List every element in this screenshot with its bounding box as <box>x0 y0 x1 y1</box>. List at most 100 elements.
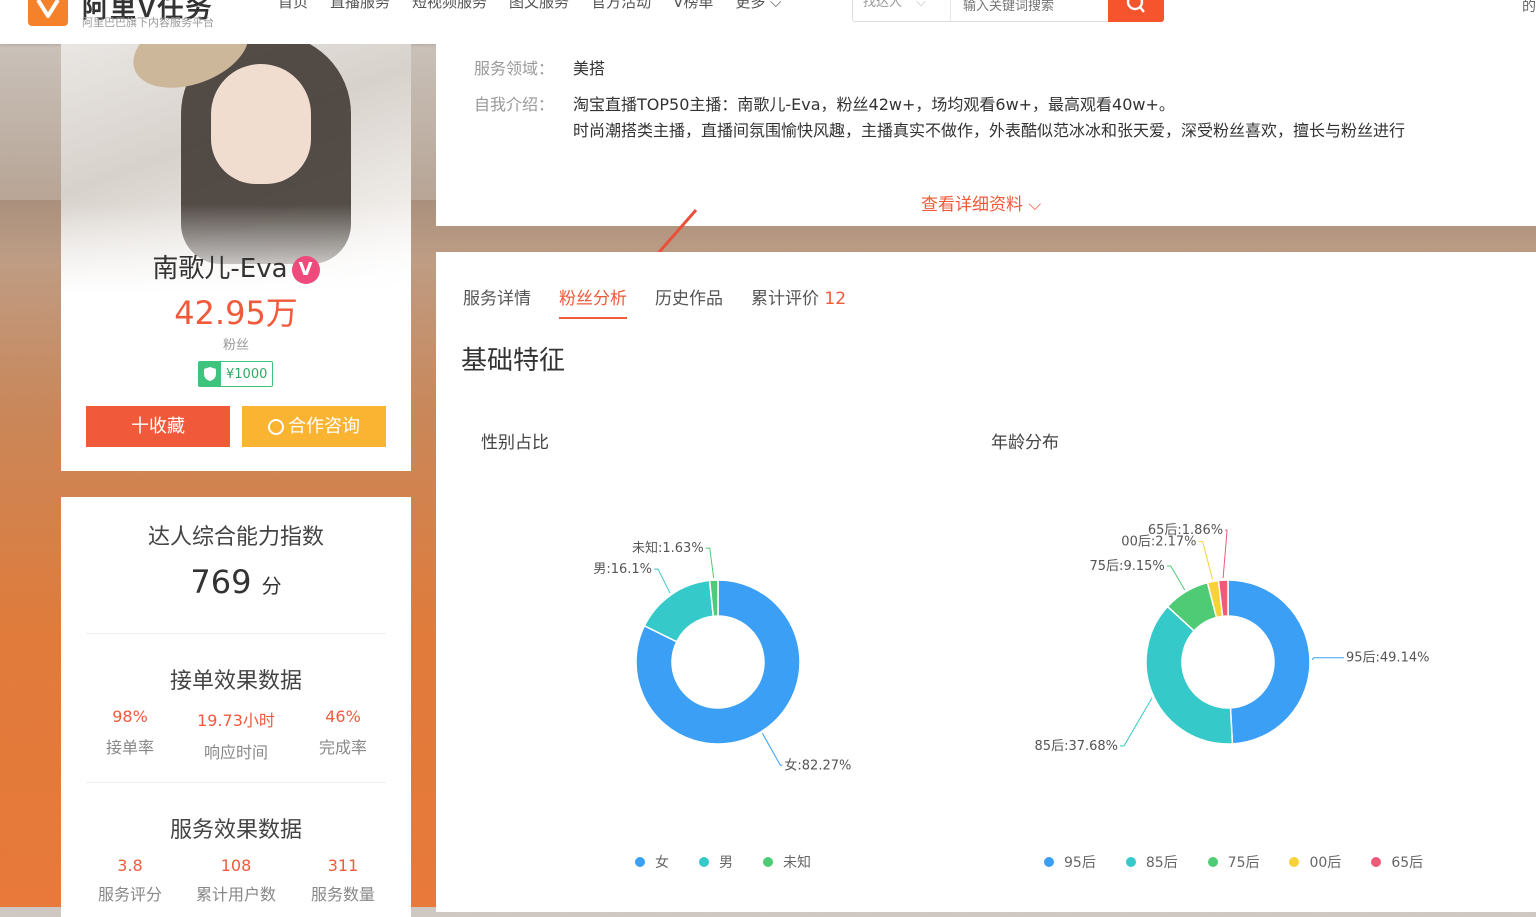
influencer-name: 南歌儿-Eva V <box>61 248 411 285</box>
donut-slice-95后[interactable] <box>1227 579 1311 745</box>
search-input[interactable] <box>953 0 1128 21</box>
domain-label: 服务领域： <box>474 59 555 78</box>
nav-more-label: 更多 <box>735 0 766 11</box>
tab-bar: 服务详情 粉丝分析 历史作品 累计评价 12 <box>463 284 874 319</box>
stat-value: 311 <box>327 856 359 875</box>
order-data-title: 接单效果数据 <box>169 669 302 694</box>
view-details-link[interactable]: 查看详细资料 ⌵ <box>921 190 1041 215</box>
consult-button-label: 合作咨询 <box>288 416 360 437</box>
leader-line <box>705 547 715 579</box>
slice-label: 未知:1.63% <box>632 540 704 556</box>
legend-dot-icon <box>763 857 773 867</box>
top-navigation: 阿里V任务 阿里巴巴旗下内容服务平台 首页 直播服务 短视频服务 图文服务 官方… <box>0 0 1536 44</box>
legend-dot-icon <box>635 857 645 867</box>
price-badge: ¥1000 <box>198 361 274 387</box>
shield-icon <box>199 362 221 386</box>
ability-score-card: 达人综合能力指数 769 分 接单效果数据 98% 接单率 19.73小时 响应… <box>61 497 411 917</box>
legend-label: 85后 <box>1145 855 1178 871</box>
legend-dot-icon <box>1044 857 1054 867</box>
chevron-down-icon: ⌵ <box>765 0 782 11</box>
nav-item-more[interactable]: 更多 ⌵ <box>735 0 781 14</box>
service-data-title: 服务效果数据 <box>169 818 302 843</box>
stat-total-users: 108 累计用户数 <box>181 856 291 905</box>
stat-label: 累计用户数 <box>195 885 276 904</box>
leader-line <box>1120 697 1153 747</box>
verified-icon: V <box>291 256 320 284</box>
stat-value: 98% <box>112 707 148 726</box>
leader-line <box>761 733 783 766</box>
legend-label: 65后 <box>1391 855 1424 871</box>
legend-label: 未知 <box>783 855 811 871</box>
stat-value: 108 <box>220 856 252 875</box>
gender-donut-chart: 女:82.27% 男:16.1% 未知:1.63% <box>593 540 851 773</box>
legend-item-95后[interactable]: 95后 <box>1044 852 1096 872</box>
legend-item-85后[interactable]: 85后 <box>1125 852 1178 872</box>
nav-item-official-events[interactable]: 官方活动 <box>591 0 651 14</box>
tab-fan-analysis[interactable]: 粉丝分析 <box>559 284 627 319</box>
slice-label: 女:82.27% <box>784 757 851 773</box>
section-title: 基础特征 <box>461 346 566 376</box>
legend-item-未知[interactable]: 未知 <box>763 852 811 872</box>
favorite-button[interactable]: 十收藏 <box>86 406 230 447</box>
tab-reviews[interactable]: 累计评价 12 <box>751 284 846 319</box>
slice-label: 85后:37.68% <box>1035 739 1119 754</box>
gender-chart-title: 性别占比 <box>481 433 549 453</box>
stat-label: 响应时间 <box>203 743 268 762</box>
leader-line <box>1222 529 1228 579</box>
search-box: 找达人 ⌵ <box>852 0 1164 22</box>
stat-accept-rate: 98% 接单率 <box>75 707 185 758</box>
legend-label: 男 <box>719 855 733 871</box>
tab-service-details[interactable]: 服务详情 <box>463 284 531 319</box>
legend-dot-icon <box>1207 857 1218 867</box>
stat-label: 服务评分 <box>97 885 162 904</box>
user-menu-link[interactable]: 的 <box>1522 0 1536 16</box>
divider <box>86 782 386 783</box>
legend-item-00后[interactable]: 00后 <box>1289 852 1341 872</box>
legend-label: 75后 <box>1227 855 1260 871</box>
domain-value: 美搭 <box>573 59 606 78</box>
slice-label: 男:16.1% <box>593 562 652 577</box>
stat-response-time: 19.73小时 响应时间 <box>181 707 291 763</box>
search-type-select[interactable]: 找达人 ⌵ <box>853 0 951 21</box>
main-content-card: 服务详情 粉丝分析 历史作品 累计评价 12 基础特征 性别占比 年龄分布 女:… <box>436 252 1536 912</box>
leader-line <box>654 568 671 594</box>
leader-line <box>1166 565 1186 591</box>
leader-line <box>1311 657 1344 661</box>
slice-label: 65后:1.86% <box>1148 523 1223 538</box>
nav-item-article[interactable]: 图文服务 <box>509 0 569 14</box>
divider <box>86 633 386 634</box>
score-number: 769 <box>190 563 252 601</box>
nav-item-live[interactable]: 直播服务 <box>330 0 390 14</box>
review-count: 12 <box>824 289 847 309</box>
legend-dot-icon <box>1289 857 1300 867</box>
nav-item-short-video[interactable]: 短视频服务 <box>412 0 487 14</box>
stat-value: 3.8 <box>117 856 143 875</box>
legend-item-男[interactable]: 男 <box>699 852 733 872</box>
stat-service-count: 311 服务数量 <box>288 856 398 905</box>
stat-value: 46% <box>325 707 361 726</box>
legend-label: 95后 <box>1064 855 1096 871</box>
ability-score-title: 达人综合能力指数 <box>147 525 324 550</box>
legend-item-女[interactable]: 女 <box>635 852 669 872</box>
profile-card: 南歌儿-Eva V 42.95万 粉丝 ¥1000 十收藏 合作咨询 <box>61 44 411 471</box>
intro-label: 自我介绍： <box>474 95 555 114</box>
legend-item-75后[interactable]: 75后 <box>1207 852 1260 872</box>
stat-service-score: 3.8 服务评分 <box>75 856 185 905</box>
search-button[interactable] <box>1108 0 1164 22</box>
legend-dot-icon <box>1125 857 1136 867</box>
logo-subtitle: 阿里巴巴旗下内容服务平台 <box>82 16 214 29</box>
nav-item-home[interactable]: 首页 <box>278 0 308 14</box>
intro-line-2: 时尚潮搭类主播，直播间氛围愉快风趣，主播真实不做作，外表酷似范冰冰和张天爱，深受… <box>573 121 1406 140</box>
consult-button[interactable]: 合作咨询 <box>242 406 386 447</box>
nav-item-v-ranking[interactable]: V榜单 <box>673 0 713 14</box>
age-chart-title: 年龄分布 <box>991 433 1059 453</box>
fans-label: 粉丝 <box>222 338 249 353</box>
price-value: ¥1000 <box>226 366 268 382</box>
gender-legend: 女 男 未知 <box>635 852 841 872</box>
tab-history-works[interactable]: 历史作品 <box>655 284 723 319</box>
legend-label: 00后 <box>1309 855 1342 871</box>
legend-item-65后[interactable]: 65后 <box>1371 852 1423 872</box>
age-legend: 95后 85后 75后 00后 65后 <box>1044 852 1453 872</box>
view-details-label: 查看详细资料 <box>921 195 1023 215</box>
logo-icon[interactable] <box>28 0 68 26</box>
